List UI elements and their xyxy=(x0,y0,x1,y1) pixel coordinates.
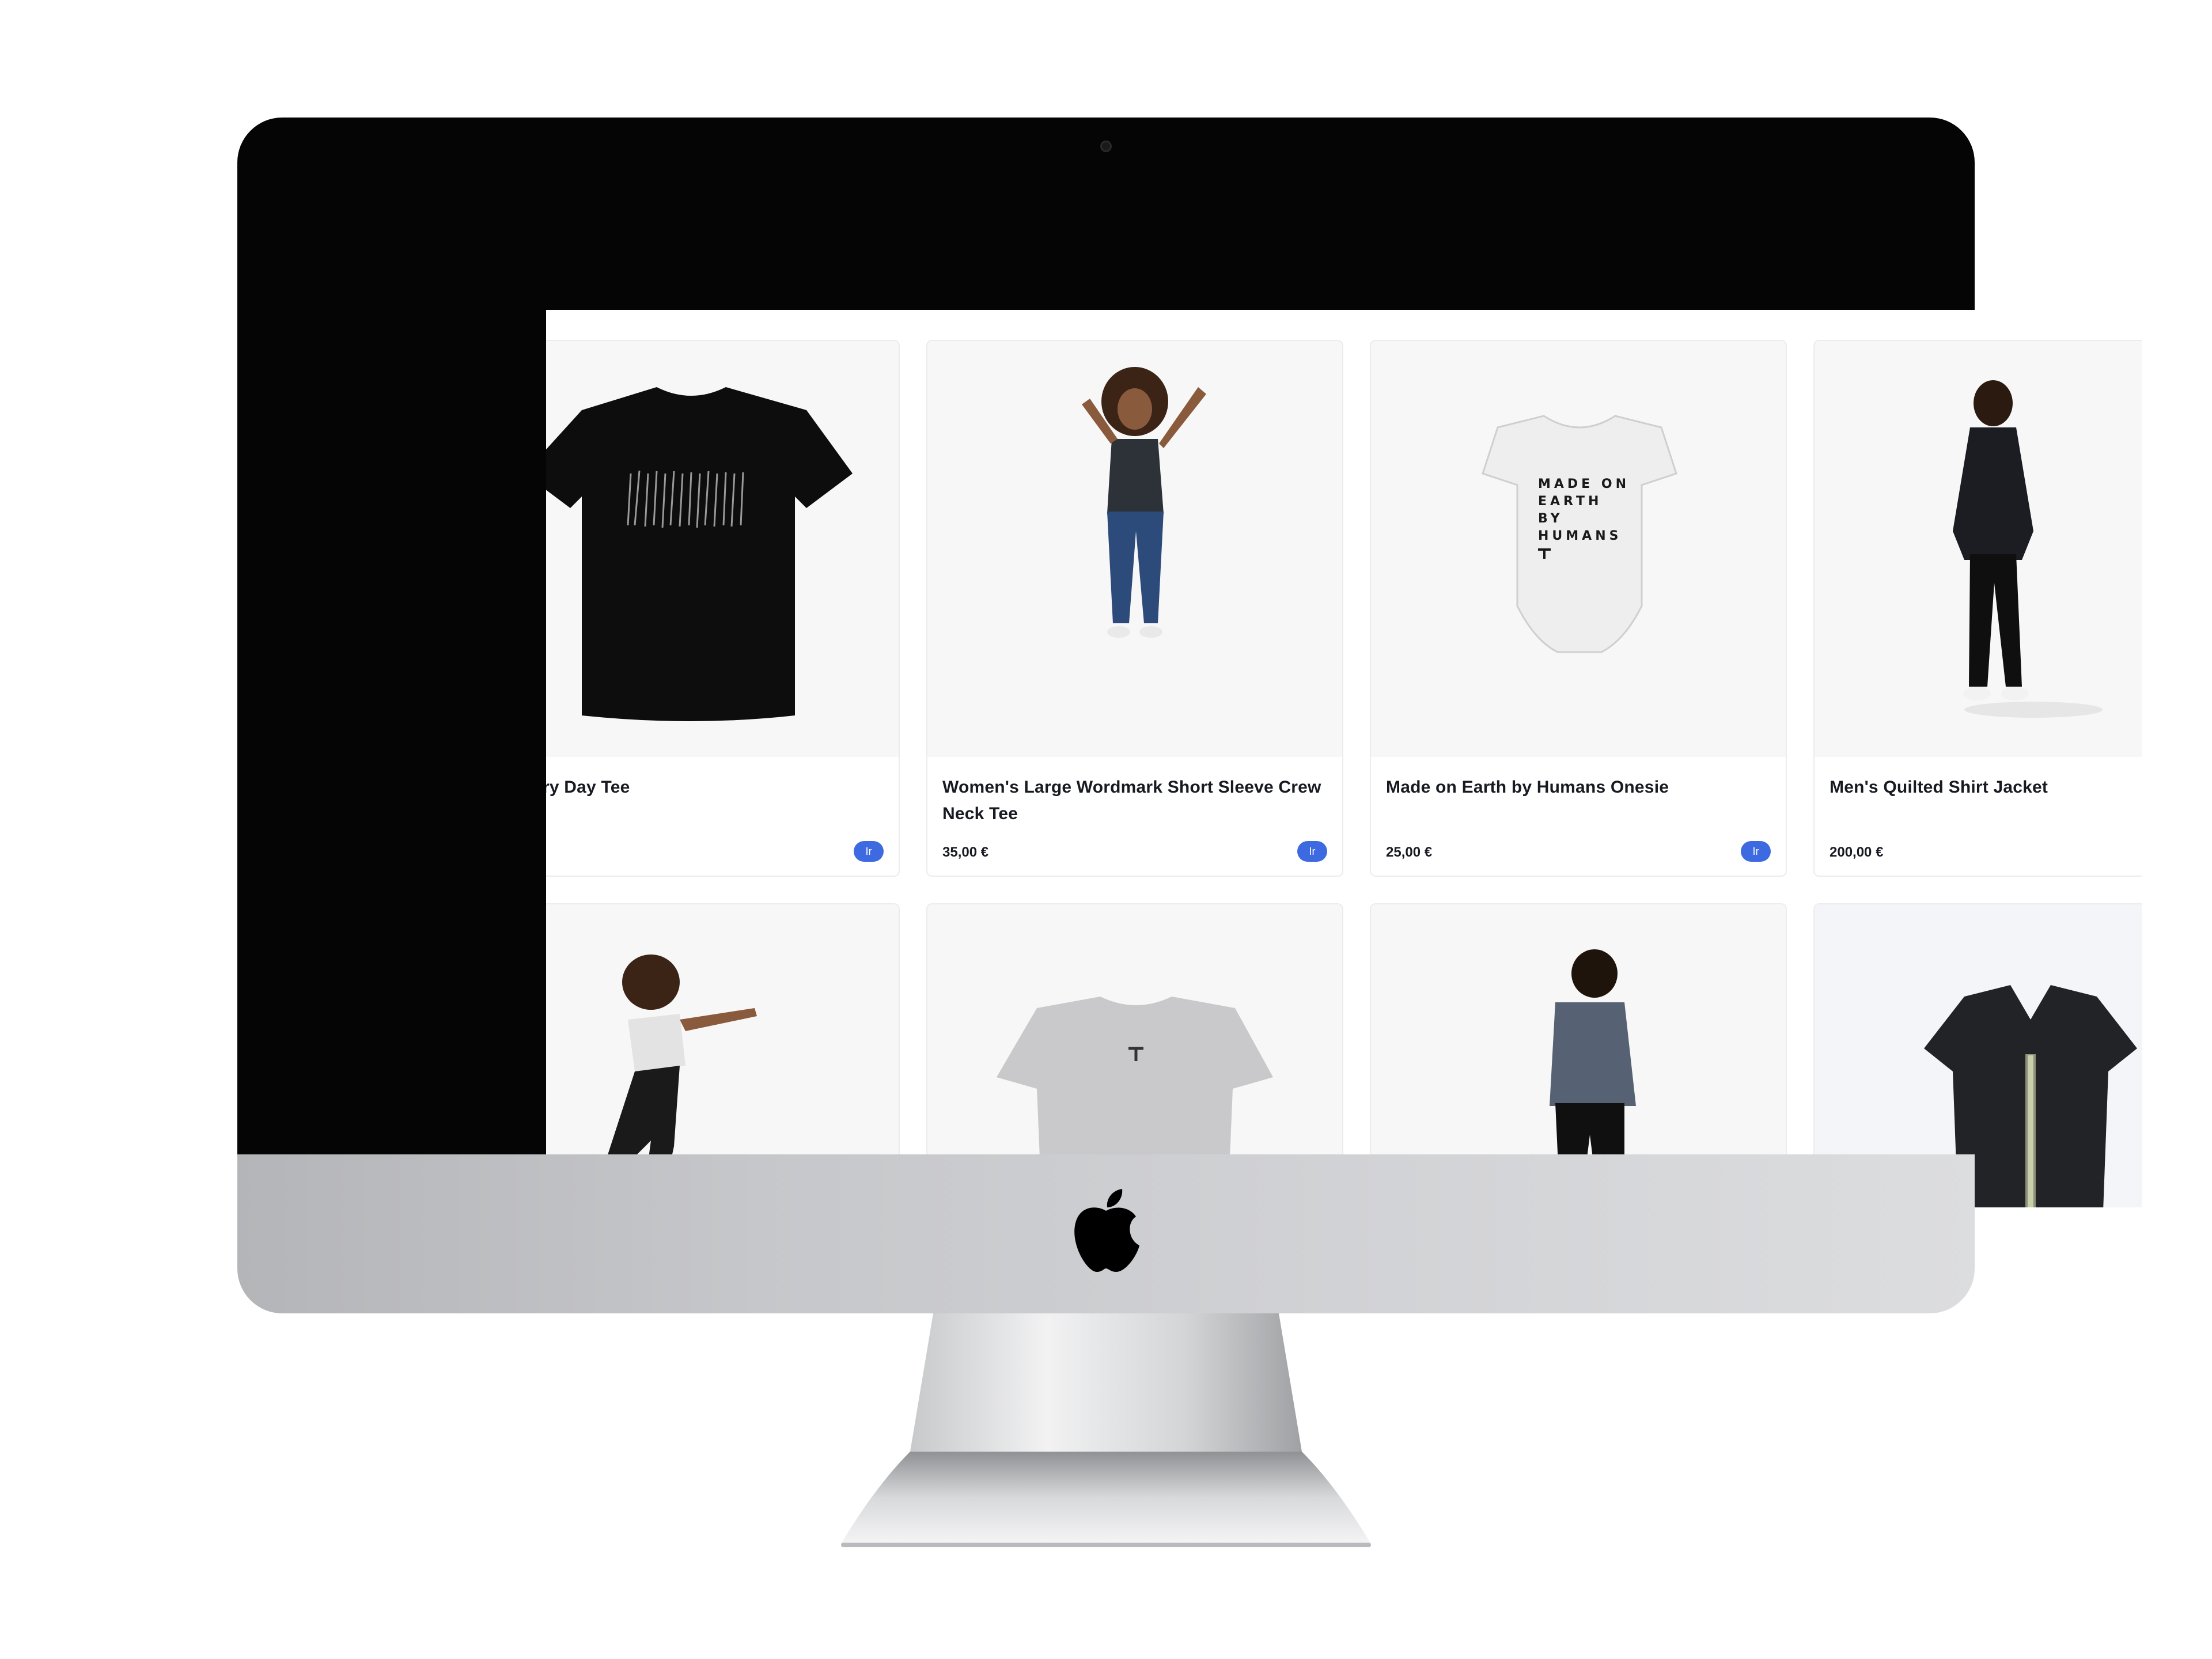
product-image[interactable] xyxy=(927,341,1342,757)
onesie-image: MADE ON EARTH BY HUMANS xyxy=(1482,415,1677,653)
product-image[interactable]: MADE ON EARTH BY HUMANS xyxy=(1371,341,1786,757)
go-button[interactable]: Ir xyxy=(1297,841,1327,862)
screen[interactable]: Battery Day Tee Ir xyxy=(546,310,2142,1207)
imac-bezel: Battery Day Tee Ir xyxy=(237,118,2142,1207)
product-card[interactable]: MADE ON EARTH BY HUMANS Made on Earth by… xyxy=(1370,340,1787,877)
imac-chin xyxy=(237,1154,1975,1313)
product-card[interactable]: Men's Quilted Shirt Jacket 200,00 € xyxy=(1813,340,2142,877)
product-image[interactable] xyxy=(546,341,899,757)
product-image[interactable] xyxy=(1815,341,2142,757)
woman-jumping-image xyxy=(1082,367,1206,638)
onesie-print-line-2: EARTH xyxy=(1538,494,1602,509)
man-jacket-image xyxy=(1953,380,2103,718)
onesie-print-line-1: MADE ON xyxy=(1538,477,1630,491)
product-title[interactable]: Battery Day Tee xyxy=(546,774,879,801)
apple-logo-icon xyxy=(1074,1189,1139,1272)
product-title[interactable]: Men's Quilted Shirt Jacket xyxy=(1830,774,2142,801)
product-title[interactable]: Women's Large Wordmark Short Sleeve Crew… xyxy=(942,774,1323,827)
product-card[interactable]: Battery Day Tee Ir xyxy=(546,340,900,877)
product-price: 25,00 € xyxy=(1386,844,1433,860)
product-card[interactable]: Women's Large Wordmark Short Sleeve Crew… xyxy=(926,340,1343,877)
onesie-print-line-3: BY xyxy=(1538,512,1563,526)
black-tee-image xyxy=(546,387,853,721)
onesie-print-line-4: HUMANS xyxy=(1538,529,1622,543)
imac-stand xyxy=(841,1313,1371,1547)
product-title[interactable]: Made on Earth by Humans Onesie xyxy=(1386,774,1766,801)
go-button[interactable]: Ir xyxy=(1741,841,1771,862)
webcam-icon xyxy=(1100,141,1112,152)
product-price: 200,00 € xyxy=(1830,844,1884,860)
imac-mockup: Battery Day Tee Ir xyxy=(0,0,2212,1659)
go-button[interactable]: Ir xyxy=(854,841,884,862)
product-price: 35,00 € xyxy=(942,844,989,860)
